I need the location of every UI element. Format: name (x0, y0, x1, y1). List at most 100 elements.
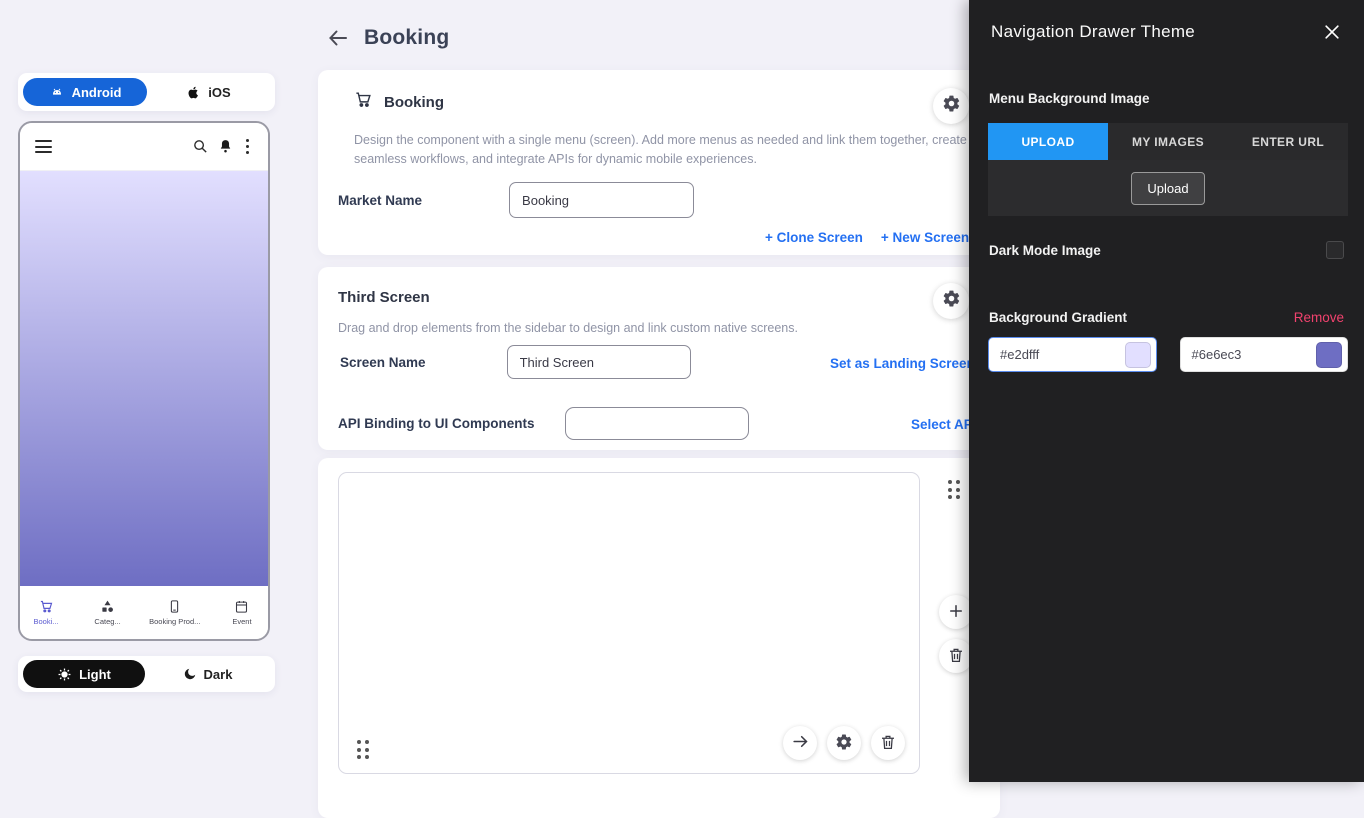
third-screen-card: Third Screen Drag and drop elements from… (318, 267, 1000, 450)
booking-component-card: Booking Design the component with a sing… (318, 70, 1000, 255)
api-binding-row: API Binding to UI Components (338, 407, 749, 440)
theme-toggle: Light Dark (18, 656, 275, 692)
screen-description: Drag and drop elements from the sidebar … (338, 319, 958, 338)
moon-icon (183, 667, 197, 681)
dark-mode-image-checkbox[interactable] (1326, 241, 1344, 259)
component-title: Booking (384, 94, 444, 111)
dark-mode-image-row: Dark Mode Image (989, 241, 1344, 259)
screen-name-row: Screen Name (340, 345, 691, 379)
apple-icon (186, 85, 201, 100)
light-mode-label: Light (79, 667, 111, 682)
panel-header: Navigation Drawer Theme (969, 0, 1364, 42)
android-toggle-label: Android (72, 85, 122, 100)
phone-nav-item-booking[interactable]: Booki... (26, 599, 66, 626)
background-gradient-row: Background Gradient Remove (989, 310, 1344, 325)
android-toggle-button[interactable]: Android (23, 78, 147, 106)
phone-bottom-nav: Booki... Categ... (20, 586, 268, 639)
market-name-input[interactable] (509, 182, 694, 218)
tab-my-images[interactable]: MY IMAGES (1108, 123, 1228, 160)
clone-screen-link[interactable]: + Clone Screen (765, 230, 863, 245)
screen-title: Third Screen (338, 289, 430, 306)
drag-handle-icon[interactable] (357, 740, 369, 759)
component-description: Design the component with a single menu … (354, 131, 1002, 170)
upload-tab-content: Upload (988, 160, 1348, 216)
api-binding-input[interactable] (565, 407, 749, 440)
back-arrow-icon[interactable] (326, 26, 350, 50)
api-binding-label: API Binding to UI Components (338, 416, 534, 431)
screen-settings-button[interactable] (933, 283, 969, 319)
page-title: Booking (364, 26, 449, 50)
menu-background-image-label: Menu Background Image (989, 91, 1150, 106)
page-header: Booking (326, 26, 449, 50)
gear-icon (942, 94, 961, 118)
phone-nav-label: Categ... (94, 617, 120, 626)
phone-nav-label: Event (232, 617, 251, 626)
phone-nav-item-event[interactable]: Event (222, 599, 262, 626)
screen-actions-links: + Clone Screen + New Screen (765, 230, 969, 245)
ios-toggle-label: iOS (208, 85, 230, 100)
dark-mode-button[interactable]: Dark (145, 660, 270, 688)
delete-screen-button[interactable] (939, 639, 973, 673)
select-api-link[interactable]: Select API (911, 417, 977, 432)
set-landing-screen-link[interactable]: Set as Landing Screen (830, 356, 975, 371)
phone-gradient-body (20, 171, 268, 586)
cart-icon (39, 599, 54, 614)
phone-nav-item-category[interactable]: Categ... (88, 599, 128, 626)
delete-element-button[interactable] (871, 726, 905, 760)
light-mode-button[interactable]: Light (23, 660, 145, 688)
gear-icon (942, 289, 961, 313)
close-icon[interactable] (1322, 22, 1342, 42)
phone-nav-item-booking-product[interactable]: Booking Prod... (149, 599, 200, 626)
phone-preview: Booki... Categ... (18, 121, 270, 641)
gradient-color-hex-1: #e2dfff (1000, 347, 1039, 362)
plus-icon (947, 602, 965, 623)
dropzone-actions (783, 726, 905, 760)
arrow-right-icon (791, 732, 810, 754)
new-screen-link[interactable]: + New Screen (881, 230, 969, 245)
calendar-icon (234, 599, 249, 614)
gradient-color-swatch-2[interactable] (1316, 342, 1342, 368)
gradient-color-inputs: #e2dfff #6e6ec3 (988, 337, 1348, 372)
app-builder-screen: Android iOS (0, 0, 1364, 782)
phone-nav-label: Booking Prod... (149, 617, 200, 626)
screen-drag-handle-icon[interactable] (948, 480, 960, 499)
android-icon (49, 84, 65, 100)
dark-mode-toggle-label: Dark (204, 667, 233, 682)
navigation-drawer-theme-panel: Navigation Drawer Theme Menu Background … (969, 0, 1364, 782)
gradient-color-swatch-1[interactable] (1125, 342, 1151, 368)
tab-enter-url[interactable]: ENTER URL (1228, 123, 1348, 160)
cart-icon (354, 90, 373, 114)
device-toggle: Android iOS (18, 73, 275, 111)
phone-nav-label: Booki... (33, 617, 58, 626)
trash-icon (879, 733, 897, 754)
gradient-color-input-1[interactable]: #e2dfff (988, 337, 1157, 372)
market-name-label: Market Name (338, 193, 422, 208)
dark-mode-image-label: Dark Mode Image (989, 243, 1101, 258)
tab-upload[interactable]: UPLOAD (988, 123, 1108, 160)
component-dropzone[interactable] (338, 472, 920, 774)
panel-title: Navigation Drawer Theme (991, 22, 1195, 42)
gradient-color-input-2[interactable]: #6e6ec3 (1180, 337, 1349, 372)
gradient-color-hex-2: #6e6ec3 (1192, 347, 1242, 362)
add-element-button[interactable] (939, 595, 973, 629)
component-settings-button[interactable] (933, 88, 969, 124)
remove-gradient-link[interactable]: Remove (1294, 310, 1344, 325)
gear-icon (835, 733, 853, 754)
kebab-menu-icon[interactable] (242, 139, 253, 154)
mobile-icon (167, 599, 182, 614)
trash-icon (947, 646, 965, 667)
category-icon (100, 599, 115, 614)
screen-canvas-card (318, 458, 1000, 818)
navigate-arrow-button[interactable] (783, 726, 817, 760)
screen-name-input[interactable] (507, 345, 691, 379)
sun-icon (57, 667, 72, 682)
background-gradient-label: Background Gradient (989, 310, 1127, 325)
screen-name-label: Screen Name (340, 355, 426, 370)
notification-bell-icon[interactable] (217, 138, 234, 155)
phone-app-bar (20, 123, 268, 171)
ios-toggle-button[interactable]: iOS (147, 78, 270, 106)
element-settings-button[interactable] (827, 726, 861, 760)
hamburger-menu-icon[interactable] (35, 140, 52, 153)
search-icon[interactable] (192, 138, 209, 155)
upload-button[interactable]: Upload (1131, 172, 1204, 205)
